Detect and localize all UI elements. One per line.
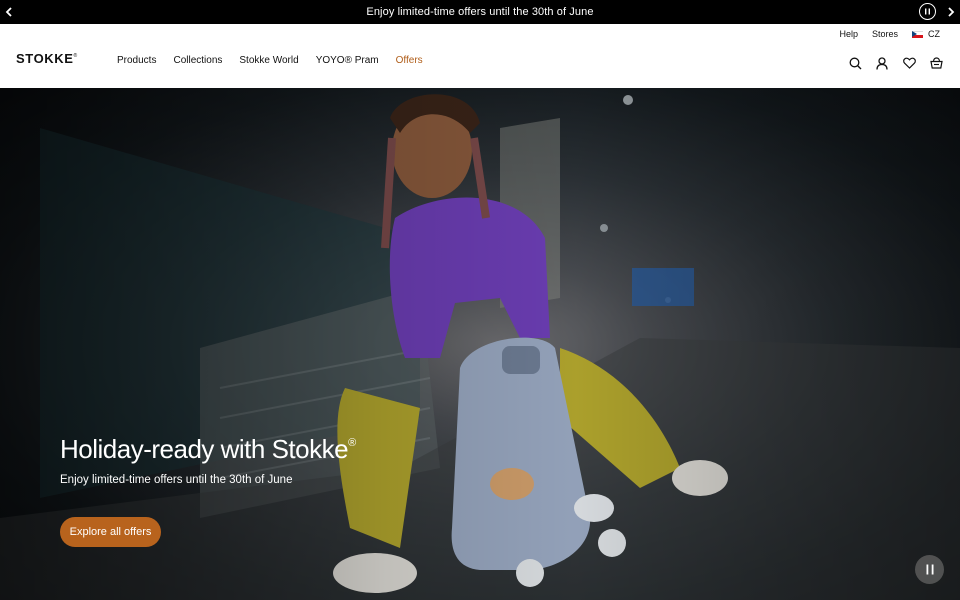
announcement-bar: Enjoy limited-time offers until the 30th… [0, 0, 960, 24]
hero-subtitle: Enjoy limited-time offers until the 30th… [60, 474, 293, 486]
main-nav: Products Collections Stokke World YOYO® … [117, 55, 440, 66]
logo-registered-mark: ® [73, 53, 78, 59]
nav-item-yoyo-pram[interactable]: YOYO® Pram [316, 55, 379, 66]
search-icon[interactable] [847, 55, 863, 71]
hero-banner: Holiday-ready with Stokke® Enjoy limited… [0, 88, 960, 600]
nav-item-stokke-world[interactable]: Stokke World [239, 55, 298, 66]
account-icon[interactable] [874, 55, 890, 71]
wishlist-icon[interactable] [901, 55, 917, 71]
announcement-text: Enjoy limited-time offers until the 30th… [366, 6, 594, 18]
pause-icon[interactable] [915, 555, 944, 584]
hero-title-registered-mark: ® [348, 437, 356, 449]
nav-item-collections[interactable]: Collections [173, 55, 222, 66]
help-link[interactable]: Help [839, 29, 858, 39]
header-icons [847, 55, 944, 71]
site-header: Help Stores CZ STOKKE® Products Collecti… [0, 24, 960, 88]
hero-title-text: Holiday-ready with Stokke [60, 434, 349, 464]
basket-icon[interactable] [928, 55, 944, 71]
hero-title: Holiday-ready with Stokke® [60, 434, 356, 465]
stokke-logo[interactable]: STOKKE® [16, 51, 78, 66]
country-code: CZ [928, 29, 940, 39]
nav-item-products[interactable]: Products [117, 55, 156, 66]
logo-text: STOKKE [16, 51, 74, 66]
chevron-right-icon[interactable] [942, 0, 960, 24]
pause-icon[interactable] [919, 3, 936, 20]
utility-links: Help Stores CZ [839, 29, 940, 39]
explore-offers-button[interactable]: Explore all offers [60, 517, 161, 547]
nav-item-offers[interactable]: Offers [396, 55, 423, 66]
country-selector[interactable]: CZ [912, 29, 940, 39]
stores-link[interactable]: Stores [872, 29, 898, 39]
czech-flag-icon [912, 31, 923, 38]
